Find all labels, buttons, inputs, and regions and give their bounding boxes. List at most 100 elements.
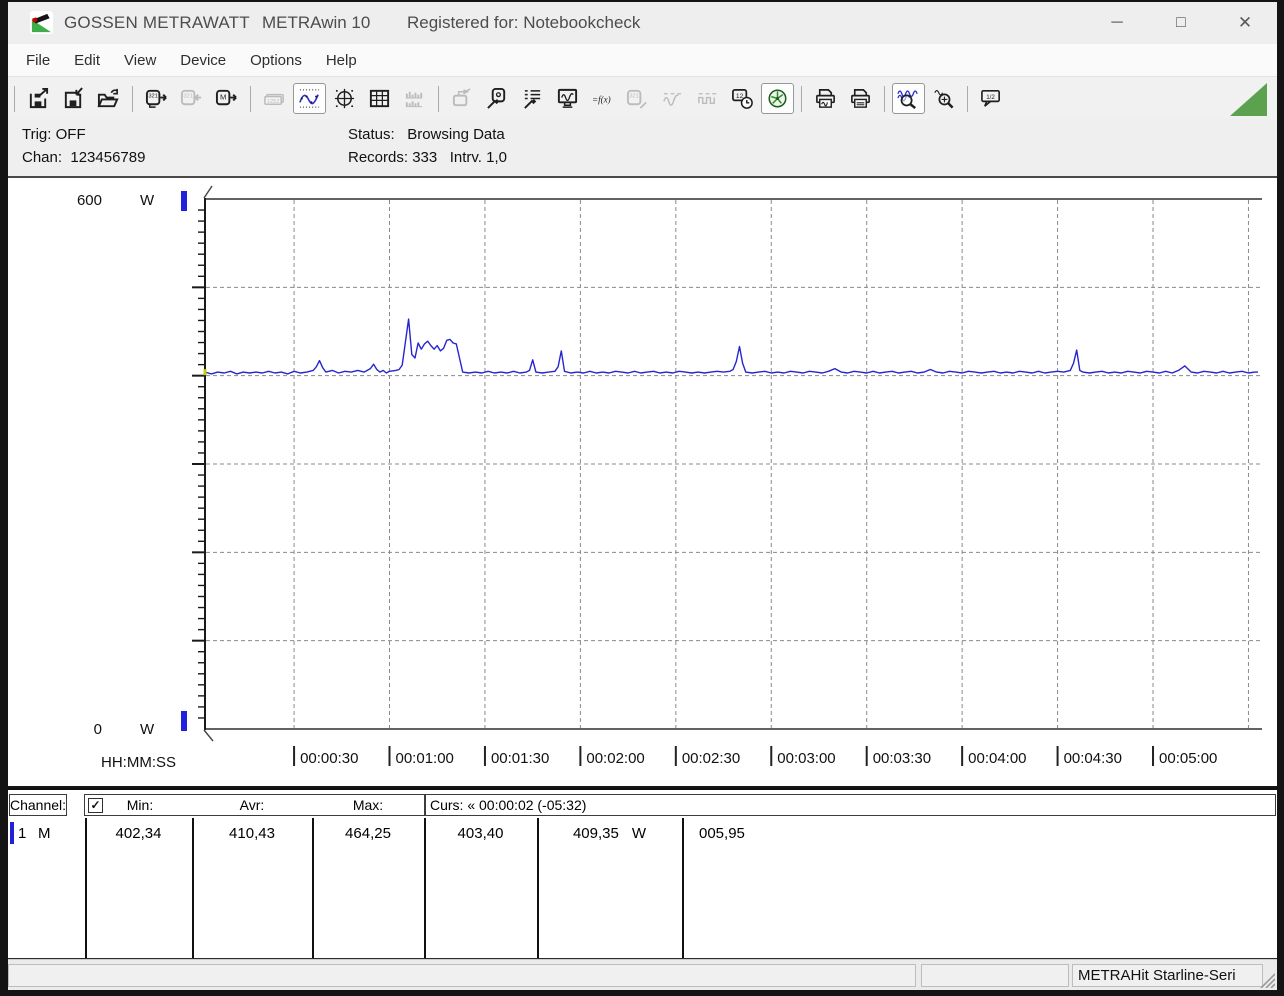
title-bar: GOSSEN METRAWATT METRAwin 10 Registered … [8,2,1277,44]
device-settings-icon [486,87,509,110]
cursor1-value: 403,40 [457,824,504,842]
analog-output-button [656,83,689,114]
svg-text:321: 321 [629,94,639,100]
save-file-export-icon [27,87,50,110]
open-file-icon [97,87,120,110]
view-yt-chart-icon [298,87,321,110]
menu-item-file[interactable]: File [14,44,62,76]
read-device-321-button[interactable]: 321 [140,83,173,114]
time-settings-button[interactable]: 12 [726,83,759,114]
open-file-button[interactable] [92,83,125,114]
status-value: Browsing Data [407,126,505,143]
axis-end-tick [203,729,214,742]
formula-fx-button[interactable]: =f(x) [586,83,619,114]
app-icon [30,11,53,34]
view-histogram-icon [403,87,426,110]
statusbar-empty-panel [921,964,1069,987]
pulse-output-icon [696,87,719,110]
zoom-time-icon [897,87,920,110]
view-xy-scope-button[interactable] [328,83,361,114]
read-device-memory-icon: M [215,87,238,110]
view-table-icon [368,87,391,110]
menu-item-edit[interactable]: Edit [62,44,112,76]
notes-button[interactable]: 1/2 [975,83,1008,114]
send-device-321-button: 321 [175,83,208,114]
menu-item-view[interactable]: View [112,44,168,76]
time-settings-icon: 12 [731,87,754,110]
channel-settings-button[interactable] [516,83,549,114]
records-label: Records: 333 Intrv. 1,0 [348,149,508,166]
status-label: Status: Browsing Data [348,126,505,143]
print-preview-icon [814,87,837,110]
multimeter-display-icon: 1252 [263,87,286,110]
timer-run-button[interactable] [761,83,794,114]
menu-item-help[interactable]: Help [314,44,369,76]
view-yt-chart-button[interactable] [293,83,326,114]
toolbar-separator [967,85,968,112]
device-321-settings-button: 321 [621,83,654,114]
statusbar-message-panel [8,964,916,987]
x-tick-label: 00:02:30 [682,750,740,767]
save-file-import-button[interactable] [57,83,90,114]
menu-item-options[interactable]: Options [238,44,314,76]
menu-item-device[interactable]: Device [168,44,238,76]
window-frame: GOSSEN METRAWATT METRAwin 10 Registered … [8,2,1277,990]
cursor-unit: W [631,824,647,842]
trig-label: Trig: OFF [22,126,86,143]
svg-text:1252: 1252 [267,99,280,105]
save-file-export-button[interactable] [22,83,55,114]
svg-text:M: M [220,92,226,101]
x-tick-label: 00:04:00 [968,750,1026,767]
max-value: 464,25 [345,824,391,842]
avr-header: Avr: [239,797,265,813]
export-data-icon [451,87,474,110]
print-preview-button[interactable] [809,83,842,114]
zoom-cursor-button[interactable] [927,83,960,114]
maximize-button[interactable]: □ [1149,2,1213,44]
device-settings-button[interactable] [481,83,514,114]
view-histogram-button [398,83,431,114]
resize-grip[interactable] [1257,970,1275,988]
x-tick-label: 00:02:00 [586,750,644,767]
svg-text:321: 321 [148,94,158,100]
print-button[interactable] [844,83,877,114]
x-tick-label: 00:01:00 [396,750,454,767]
statusbar-device-panel: METRAHit Starline-Seri [1072,964,1263,987]
trig-value: OFF [55,126,86,143]
print-icon [849,87,872,110]
x-tick-label: 00:00:30 [300,750,358,767]
cursor2-value: 409,35 W [572,824,647,842]
max-header: Max: [352,797,384,813]
view-table-button[interactable] [363,83,396,114]
chan-label: Chan: 123456789 [22,149,146,166]
menu-bar: File Edit View Device Options Help [8,44,1277,77]
close-button[interactable]: ✕ [1213,2,1277,44]
axis-end-tick [203,185,213,199]
channel1-power-line [204,318,1258,375]
toolbar-separator [884,85,885,112]
multimeter-display-button: 1252 [258,83,291,114]
formula-fx-icon: =f(x) [591,87,614,110]
x-tick-label: 00:01:30 [491,750,549,767]
x-tick-label: 00:04:30 [1064,750,1122,767]
title-app-name: GOSSEN METRAWATT [64,13,250,32]
channel-color-marker [10,822,14,844]
toolbar-separator [438,85,439,112]
read-device-memory-button[interactable]: M [210,83,243,114]
chan-value: 123456789 [70,149,146,166]
x-tick-label: 00:03:30 [873,750,931,767]
table-divider [682,818,684,958]
cursor-table: Channel: ✓ Min: Avr: Max: Curs: « 00:00:… [8,788,1277,959]
live-monitor-button[interactable] [551,83,584,114]
read-device-321-icon: 321 [145,87,168,110]
toolbar-separator [250,85,251,112]
delta-value: 005,95 [699,824,745,842]
power-chart[interactable]: 00:00:30 00:01:00 00:01:30 00:02:00 00:02:30… [8,176,1277,788]
minimize-button[interactable]: ─ [1085,2,1149,44]
cursor-header-cell: Curs: « 00:00:02 (-05:32) [425,794,1276,816]
x-tick-label: 00:03:00 [777,750,835,767]
status-panel: Trig: OFF Chan: 123456789 Status: Browsi… [8,119,1277,176]
channel-header-cell: Channel: [9,794,67,816]
zoom-time-button[interactable] [892,83,925,114]
records-value: 333 [412,149,438,166]
